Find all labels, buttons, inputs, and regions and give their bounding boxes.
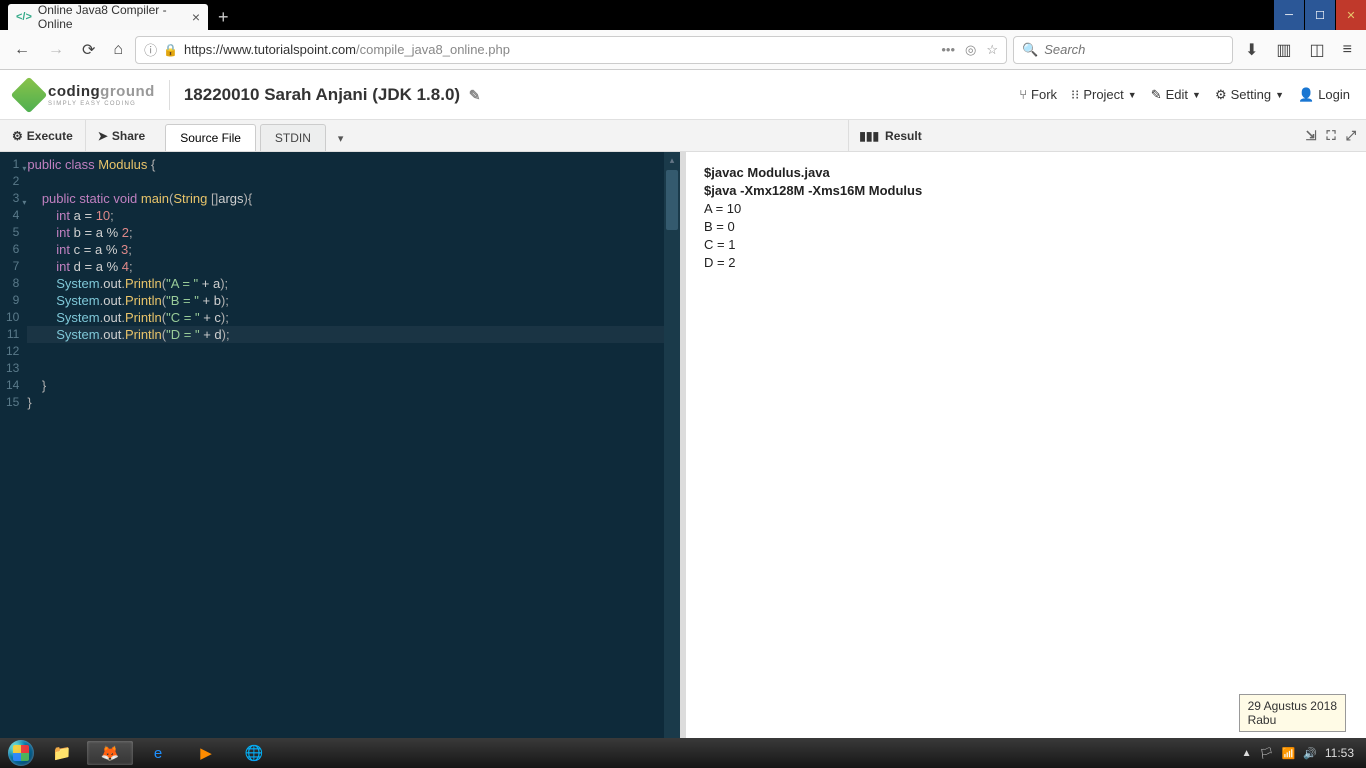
system-tray[interactable]: ▲ 🏳 📶 🔊 11:53 xyxy=(1234,746,1362,760)
gear-icon: ⚙ xyxy=(1215,87,1227,103)
info-icon[interactable]: ⓘ xyxy=(144,40,157,59)
scroll-up-icon[interactable]: ▴ xyxy=(664,152,680,168)
project-icon: ⁝⁝ xyxy=(1071,87,1079,103)
lock-icon: 🔒 xyxy=(163,43,178,57)
minimize-button[interactable]: ─ xyxy=(1274,0,1304,30)
bars-icon: ▮▮▮ xyxy=(859,129,879,143)
project-title-text: 18220010 Sarah Anjani (JDK 1.8.0) xyxy=(184,85,460,104)
browser-tab[interactable]: </> Online Java8 Compiler - Online × xyxy=(8,4,208,30)
close-button[interactable]: ✕ xyxy=(1336,0,1366,30)
person-icon: 👤 xyxy=(1298,87,1314,103)
clock[interactable]: 11:53 xyxy=(1325,746,1354,760)
code-content[interactable]: public class Modulus { public static voi… xyxy=(27,152,680,768)
window-titlebar: </> Online Java8 Compiler - Online × + ─… xyxy=(0,0,1366,30)
share-button[interactable]: ➤Share xyxy=(86,129,157,143)
edit-link[interactable]: ✎Edit▼ xyxy=(1151,87,1201,103)
chevron-down-icon: ▼ xyxy=(1192,90,1201,100)
taskbar-app-chrome[interactable]: 🌐 xyxy=(231,741,277,765)
start-button[interactable] xyxy=(4,738,38,768)
favicon-icon: </> xyxy=(16,11,32,23)
project-title: 18220010 Sarah Anjani (JDK 1.8.0) ✎ xyxy=(184,85,481,105)
tab-stdin[interactable]: STDIN xyxy=(260,124,326,151)
menu-button[interactable]: ≡ xyxy=(1337,37,1358,63)
execute-button[interactable]: ⚙Execute xyxy=(0,129,85,143)
site-logo[interactable]: codingground SIMPLY EASY CODING xyxy=(16,82,155,108)
date-tooltip: 29 Agustus 2018 Rabu xyxy=(1239,694,1346,732)
chevron-down-icon: ▼ xyxy=(1128,90,1137,100)
code-editor[interactable]: 1▾23▾456789101112131415 public class Mod… xyxy=(0,152,680,768)
compress-icon[interactable]: ⇲ xyxy=(1306,128,1317,144)
bookmark-icon[interactable]: ☆ xyxy=(986,42,998,58)
edit-title-icon[interactable]: ✎ xyxy=(469,87,481,103)
back-button[interactable]: ← xyxy=(8,37,36,63)
taskbar-app-media[interactable]: ▶ xyxy=(183,741,229,765)
taskbar-app-ie[interactable]: e xyxy=(135,741,181,765)
sidebar-button[interactable]: ◫ xyxy=(1304,36,1331,64)
new-tab-button[interactable]: + xyxy=(208,4,239,30)
reader-icon[interactable]: ◎ xyxy=(965,42,976,58)
library-button[interactable]: ▥ xyxy=(1270,36,1297,64)
search-input[interactable] xyxy=(1044,42,1224,57)
forward-button[interactable]: → xyxy=(42,37,70,63)
url-bar[interactable]: ⓘ 🔒 https://www.tutorialspoint.com/compi… xyxy=(135,36,1007,64)
fork-icon: ⑂ xyxy=(1019,87,1027,102)
result-title: Result xyxy=(885,129,1300,143)
reload-button[interactable]: ⟳ xyxy=(76,36,101,64)
search-icon: 🔍 xyxy=(1022,42,1038,58)
fork-link[interactable]: ⑂Fork xyxy=(1019,87,1057,103)
taskbar-app-explorer[interactable]: 📁 xyxy=(39,741,85,765)
logo-text-1: coding xyxy=(48,83,100,100)
project-link[interactable]: ⁝⁝Project▼ xyxy=(1071,87,1137,103)
taskbar-app-firefox[interactable]: 🦊 xyxy=(87,741,133,765)
edit-icon: ✎ xyxy=(1151,87,1162,103)
flag-icon[interactable]: 🏳 xyxy=(1259,747,1273,760)
cogs-icon: ⚙ xyxy=(12,129,23,143)
windows-taskbar: 📁 🦊 e ▶ 🌐 ▲ 🏳 📶 🔊 11:53 xyxy=(0,738,1366,768)
home-button[interactable]: ⌂ xyxy=(107,37,129,63)
downloads-button[interactable]: ⬇ xyxy=(1239,36,1264,64)
network-icon[interactable]: 📶 xyxy=(1281,747,1295,760)
chevron-down-icon: ▼ xyxy=(1275,90,1284,100)
share-icon: ➤ xyxy=(98,129,108,143)
search-bar[interactable]: 🔍 xyxy=(1013,36,1233,64)
tooltip-date-line2: Rabu xyxy=(1248,713,1337,727)
line-gutter: 1▾23▾456789101112131415 xyxy=(0,152,27,768)
logo-icon xyxy=(11,76,48,113)
setting-link[interactable]: ⚙Setting▼ xyxy=(1215,87,1284,103)
result-pane: $javac Modulus.java$java -Xmx128M -Xms16… xyxy=(686,152,1366,768)
tooltip-date-line1: 29 Agustus 2018 xyxy=(1248,699,1337,713)
divider xyxy=(169,80,170,110)
url-text: https://www.tutorialspoint.com/compile_j… xyxy=(184,42,510,57)
browser-navbar: ← → ⟳ ⌂ ⓘ 🔒 https://www.tutorialspoint.c… xyxy=(0,30,1366,70)
more-icon[interactable]: ••• xyxy=(941,42,955,58)
editor-scrollbar[interactable]: ▴ xyxy=(664,152,680,768)
windows-orb-icon xyxy=(8,740,34,766)
volume-icon[interactable]: 🔊 xyxy=(1303,747,1317,760)
maximize-button[interactable]: ☐ xyxy=(1305,0,1335,30)
editor-toolbar: ⚙Execute ➤Share Source File STDIN ▾ ▮▮▮ … xyxy=(0,120,1366,152)
login-link[interactable]: 👤Login xyxy=(1298,87,1350,103)
tab-source-file[interactable]: Source File xyxy=(165,124,256,151)
tab-menu-icon[interactable]: ▾ xyxy=(330,126,352,151)
tab-title: Online Java8 Compiler - Online xyxy=(38,3,180,31)
tray-chevron-icon[interactable]: ▲ xyxy=(1242,748,1252,759)
tab-close-icon[interactable]: × xyxy=(192,9,200,25)
fullscreen-icon[interactable]: ⤢ xyxy=(1346,128,1356,144)
scrollbar-thumb[interactable] xyxy=(666,170,678,230)
page-header: codingground SIMPLY EASY CODING 18220010… xyxy=(0,70,1366,120)
expand-icon[interactable]: ⛶ xyxy=(1327,128,1336,144)
logo-text-2: ground xyxy=(100,83,155,100)
logo-subtitle: SIMPLY EASY CODING xyxy=(48,101,155,107)
